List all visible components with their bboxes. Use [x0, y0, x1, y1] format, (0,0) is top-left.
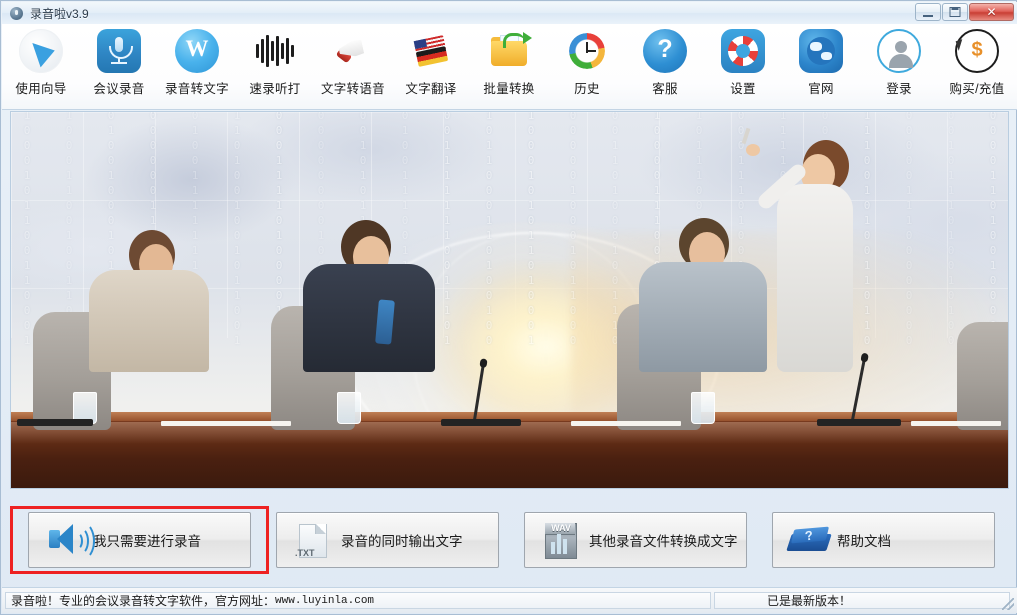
toolbar-label: 批量转换: [483, 78, 534, 97]
mic-base: [17, 419, 93, 426]
maximize-icon: [950, 7, 961, 17]
hero-banner-image: 1 0 0 0 1 0 1 1 0 0 1 1 0 0 0 1 1 0 0 0 …: [10, 111, 1009, 489]
toolbar-item-wizard[interactable]: 使用向导: [2, 24, 80, 109]
status-message: 录音啦！专业的会议录音转文字软件，官方网址：: [11, 592, 275, 609]
binary-column: 0 0 0 0 1 1 0 1 0 0 1 0 0 0 0 0: [987, 111, 999, 348]
toolbar-item-meeting-record[interactable]: 会议录音: [80, 24, 158, 109]
toolbar-item-history[interactable]: 历史: [548, 24, 626, 109]
binary-column: 1 0 1 1 0 0 0 1 1 0 1 0 0 1 0 0: [483, 111, 495, 348]
toolbar-label: 速录听打: [249, 78, 300, 97]
action-button-label: 录音的同时输出文字: [341, 530, 463, 550]
chair: [957, 322, 1009, 430]
toolbar-item-fast-typing[interactable]: 速录听打: [236, 24, 314, 109]
wav-label: WAV: [547, 523, 575, 534]
lifebuoy-icon: [721, 29, 765, 73]
flags-icon: [409, 29, 453, 73]
paper-sheet: [911, 421, 1001, 426]
convert-file-button[interactable]: WAV 其他录音文件转换成文字: [524, 512, 747, 568]
toolbar-label: 文字翻译: [405, 78, 456, 97]
user-avatar-icon: [877, 29, 921, 73]
toolbar-item-text-to-speech[interactable]: 文字转语音: [314, 24, 392, 109]
binary-column: 0 0 0 0 0 1 0 0 0 1 0 1 1 0 0 0: [567, 111, 579, 348]
toolbar-item-login[interactable]: 登录: [860, 24, 938, 109]
megaphone-icon: [331, 29, 375, 73]
binary-column: 0 0 1 1 1 1 1 1 1 0 0 1 1 1 0 1: [441, 111, 453, 348]
toolbar-label: 购买/充值: [950, 78, 1005, 97]
action-button-row: 我只需要进行录音 .TXT 录音的同时输出文字 WAV 其他录音文件转换成文字 …: [10, 506, 1009, 574]
toolbar-item-website[interactable]: 官网: [782, 24, 860, 109]
toolbar-item-settings[interactable]: 设置: [704, 24, 782, 109]
minimize-button[interactable]: [915, 3, 941, 21]
action-button-label: 帮助文档: [837, 530, 891, 550]
resize-grip-icon[interactable]: [1002, 598, 1014, 610]
toolbar-label: 设置: [730, 78, 756, 97]
status-bar: 录音啦！专业的会议录音转文字软件，官方网址： www.luyinla.com 已…: [2, 587, 1017, 613]
toolbar-item-support[interactable]: ? 客服: [626, 24, 704, 109]
word-w-icon: W: [175, 29, 219, 73]
toolbar-item-batch-convert[interactable]: 批量转换: [470, 24, 548, 109]
microphone-icon: [97, 29, 141, 73]
version-status: 已是最新版本！: [767, 592, 851, 609]
binary-column: 0 0 0 0 0 1 1 1 0 0 0 0 0 0 0 0: [903, 111, 915, 348]
audio-waveform-icon: [253, 29, 297, 73]
maximize-button[interactable]: [942, 3, 968, 21]
window-title: 录音啦v3.9: [30, 5, 89, 22]
close-button[interactable]: ✕: [969, 3, 1014, 21]
toolbar-label: 客服: [652, 78, 678, 97]
toolbar-label: 录音转文字: [165, 78, 229, 97]
txt-label: .TXT: [295, 548, 315, 558]
help-doc-button[interactable]: ? 帮助文档: [772, 512, 995, 568]
main-toolbar: 使用向导 会议录音 W 录音转文字 速录听打 文字转语音: [2, 24, 1017, 110]
toolbar-item-translate[interactable]: 文字翻译: [392, 24, 470, 109]
dollar-cursor-icon: $: [955, 29, 999, 73]
mic-base: [817, 419, 901, 426]
application-window: 录音啦v3.9 ✕ 使用向导 会议录音 W 录音转文字 速: [0, 0, 1017, 615]
toolbar-item-purchase[interactable]: $ 购买/充值: [938, 24, 1016, 109]
app-microphone-icon: [10, 7, 23, 20]
mic-base: [441, 419, 521, 426]
txt-document-icon: .TXT: [285, 518, 341, 562]
toolbar-label: 登录: [886, 78, 912, 97]
toolbar-label: 文字转语音: [321, 78, 385, 97]
binary-column: 0 0 1 0 1 1 1 0 1 0 0 1 0 1 0 0: [945, 111, 957, 348]
globe-icon: [799, 29, 843, 73]
wav-file-icon: WAV: [533, 518, 589, 562]
paper-sheet: [571, 421, 681, 426]
record-only-button[interactable]: 我只需要进行录音: [28, 512, 251, 568]
close-icon: ✕: [986, 6, 996, 18]
binary-column: 1 0 0 0 1 0 1 0 1 1 0 1 0 0 0 1: [525, 111, 537, 348]
water-glass: [691, 392, 715, 424]
clock-history-icon: [565, 29, 609, 73]
status-left-cell: 录音啦！专业的会议录音转文字软件，官方网址： www.luyinla.com: [5, 592, 711, 609]
action-button-label: 其他录音文件转换成文字: [589, 530, 738, 550]
book-icon: ?: [781, 518, 837, 562]
minimize-icon: [923, 15, 933, 17]
water-glass: [337, 392, 361, 424]
binary-column: 1 0 0 0 1 0 1 1 0 0 1 1 0 0 0 1: [21, 111, 33, 348]
record-with-text-button[interactable]: .TXT 录音的同时输出文字: [276, 512, 499, 568]
action-button-label: 我只需要进行录音: [93, 530, 201, 550]
paper-sheet: [161, 421, 291, 426]
binary-column: 0 0 1 1 0 1 0 0 0 1 0 0 1 1 1 0: [609, 111, 621, 348]
toolbar-item-audio-to-text[interactable]: W 录音转文字: [158, 24, 236, 109]
toolbar-label: 官网: [808, 78, 834, 97]
toolbar-label: 会议录音: [93, 78, 144, 97]
official-website-url[interactable]: www.luyinla.com: [275, 595, 374, 607]
binary-column: 1 1 1 0 0 1 0 1 0 0 1 1 0 1 1 0: [861, 111, 873, 348]
toolbar-label: 历史: [574, 78, 600, 97]
binary-column: 1 1 0 1 0 0 1 0 0 1 0 1 1 0 0 1: [231, 111, 243, 348]
paper-plane-icon: [19, 29, 63, 73]
speaker-icon: [37, 518, 93, 562]
folder-convert-icon: [487, 29, 531, 73]
title-bar[interactable]: 录音啦v3.9 ✕: [2, 2, 1017, 25]
toolbar-label: 使用向导: [15, 78, 66, 97]
status-right-cell: 已是最新版本！: [714, 592, 1010, 609]
window-controls: ✕: [914, 3, 1014, 21]
question-mark-icon: ?: [643, 29, 687, 73]
